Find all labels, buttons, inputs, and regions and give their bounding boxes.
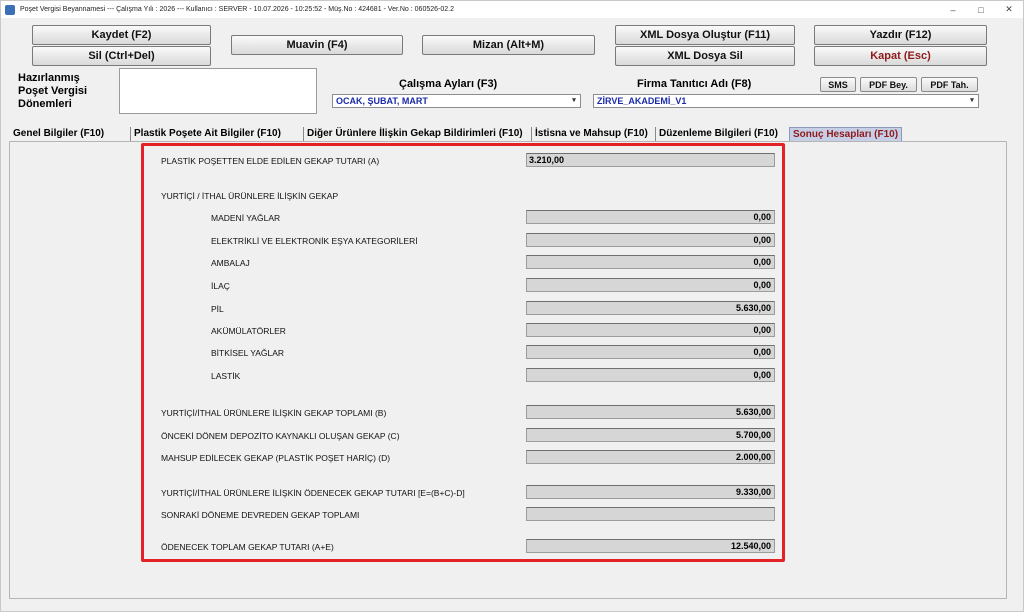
sms-button[interactable]: SMS xyxy=(820,77,856,92)
highlight-frame xyxy=(141,143,785,562)
chevron-down-icon[interactable]: ▾ xyxy=(569,96,579,106)
title-bar: Poşet Vergisi Beyannamesi --- Çalışma Yı… xyxy=(1,1,1023,18)
save-button[interactable]: Kaydet (F2) xyxy=(32,25,211,45)
working-months-value: OCAK, ŞUBAT, MART xyxy=(336,96,428,106)
delete-button[interactable]: Sil (Ctrl+Del) xyxy=(32,46,211,66)
company-value: ZİRVE_AKADEMİ_V1 xyxy=(597,96,687,106)
app-icon xyxy=(5,4,15,15)
app-window: Poşet Vergisi Beyannamesi --- Çalışma Yı… xyxy=(0,0,1024,612)
company-label: Firma Tanıtıcı Adı (F8) xyxy=(637,78,752,90)
muavin-button[interactable]: Muavin (F4) xyxy=(231,35,403,55)
pdf-declaration-button[interactable]: PDF Bey. xyxy=(860,77,917,92)
working-months-label: Çalışma Ayları (F3) xyxy=(399,78,498,90)
close-icon[interactable]: ✕ xyxy=(995,1,1023,18)
prepared-periods-label-1: Hazırlanmış xyxy=(18,72,80,84)
working-months-select[interactable]: OCAK, ŞUBAT, MART ▾ xyxy=(332,94,581,108)
print-button[interactable]: Yazdır (F12) xyxy=(814,25,987,45)
mizan-button[interactable]: Mizan (Alt+M) xyxy=(422,35,595,55)
xml-create-button[interactable]: XML Dosya Oluştur (F11) xyxy=(615,25,795,45)
prepared-periods-label-2: Poşet Vergisi xyxy=(18,85,88,97)
maximize-icon[interactable]: □ xyxy=(967,1,995,18)
company-select[interactable]: ZİRVE_AKADEMİ_V1 ▾ xyxy=(593,94,979,108)
minimize-icon[interactable]: – xyxy=(939,1,967,18)
chevron-down-icon[interactable]: ▾ xyxy=(967,96,977,106)
prepared-periods-list[interactable] xyxy=(119,68,317,114)
close-button[interactable]: Kapat (Esc) xyxy=(814,46,987,66)
pdf-accrual-button[interactable]: PDF Tah. xyxy=(921,77,978,92)
xml-delete-button[interactable]: XML Dosya Sil xyxy=(615,46,795,66)
window-title: Poşet Vergisi Beyannamesi --- Çalışma Yı… xyxy=(20,6,454,13)
prepared-periods-label-3: Dönemleri xyxy=(18,98,72,110)
